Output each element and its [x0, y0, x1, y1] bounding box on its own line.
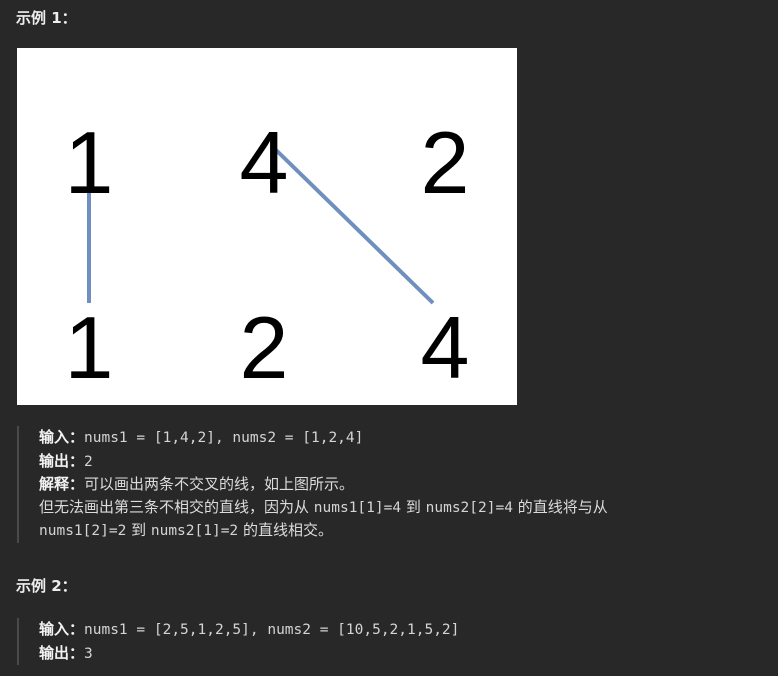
- output-line-2: 输出：3: [39, 642, 459, 666]
- example-1-figure: 1 4 2 1 2 4: [17, 48, 517, 405]
- explanation-text-3b: 到: [126, 521, 151, 539]
- explanation-text-3c: 的直线相交。: [238, 521, 333, 539]
- explanation-code-3a: nums1[2]=2: [39, 523, 127, 539]
- example-2-heading: 示例 2：: [16, 577, 77, 595]
- example-2-details: 输入：nums1 = [2,5,1,2,5], nums2 = [10,5,2,…: [17, 618, 459, 665]
- input-label-2: 输入：: [39, 620, 85, 638]
- explanation-text-1: 可以画出两条不交叉的线，如上图所示。: [84, 475, 355, 493]
- input-line-2: 输入：nums1 = [2,5,1,2,5], nums2 = [10,5,2,…: [39, 618, 459, 642]
- explanation-text-2b: 到: [401, 497, 426, 516]
- output-value-2: 3: [84, 645, 93, 662]
- input-label: 输入：: [39, 428, 85, 446]
- explanation-code-2b: nums2[2]=4: [425, 499, 513, 516]
- input-value: nums1 = [1,4,2], nums2 = [1,2,4]: [84, 430, 364, 446]
- output-label: 输出：: [39, 451, 85, 470]
- top-number-1: 1: [65, 113, 114, 212]
- example-1-heading: 示例 1：: [16, 9, 77, 27]
- explanation-label: 解释：: [39, 475, 85, 493]
- input-value-2: nums1 = [2,5,1,2,5], nums2 = [10,5,2,1,5…: [84, 622, 460, 638]
- example-1-details: 输入：nums1 = [1,4,2], nums2 = [1,2,4] 输出：2…: [17, 426, 608, 543]
- explanation-text-2c: 的直线将与从: [512, 497, 608, 516]
- explanation-code-2a: nums1[1]=4: [313, 499, 402, 516]
- explanation-line-1: 解释：可以画出两条不交叉的线，如上图所示。: [39, 473, 608, 496]
- bottom-number-1: 1: [65, 298, 114, 397]
- output-label-2: 输出：: [39, 643, 85, 662]
- output-line: 输出：2: [39, 450, 608, 474]
- input-line: 输入：nums1 = [1,4,2], nums2 = [1,2,4]: [39, 426, 608, 450]
- output-value: 2: [84, 453, 93, 470]
- bottom-number-3: 4: [421, 298, 470, 397]
- explanation-line-3: nums1[2]=2 到 nums2[1]=2 的直线相交。: [39, 519, 608, 543]
- explanation-line-2: 但无法画出第三条不相交的直线，因为从 nums1[1]=4 到 nums2[2]…: [39, 496, 608, 520]
- connection-line-2: [274, 148, 435, 305]
- top-number-3: 2: [421, 113, 470, 212]
- uncrossed-lines-diagram: 1 4 2 1 2 4: [65, 113, 470, 397]
- top-number-2: 4: [240, 113, 289, 212]
- bottom-number-2: 2: [240, 298, 289, 397]
- explanation-code-3b: nums2[1]=2: [150, 523, 239, 539]
- explanation-text-2a: 但无法画出第三条不相交的直线，因为从: [39, 497, 314, 516]
